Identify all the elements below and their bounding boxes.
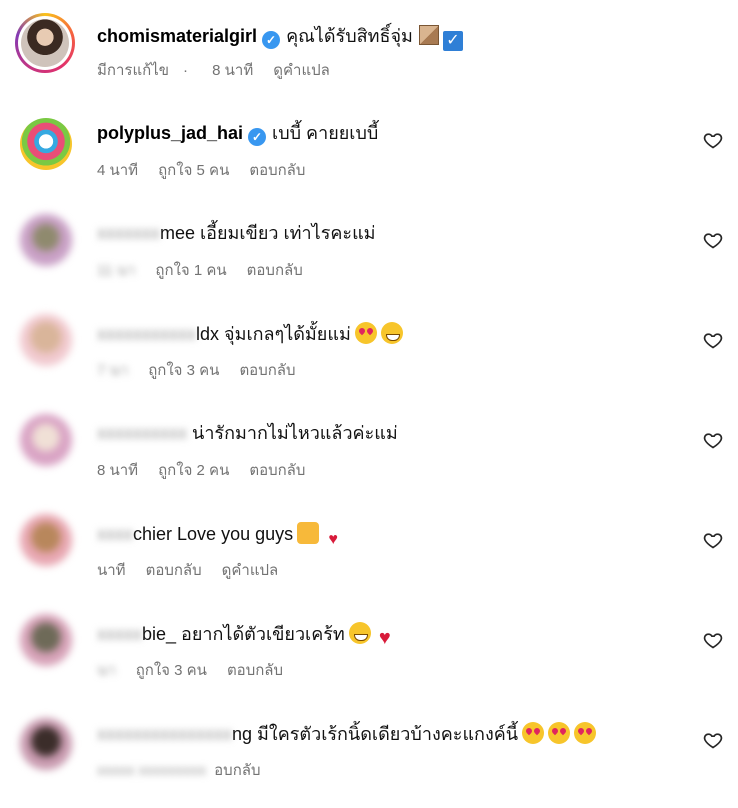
comment-username[interactable]: bie_ bbox=[142, 624, 176, 644]
blurred-username: xxxxxxxxxxx bbox=[97, 324, 196, 344]
comment-time: 4 นาที bbox=[97, 162, 139, 179]
avatar[interactable] bbox=[20, 214, 72, 266]
translate-link[interactable]: ดูคำแปล bbox=[222, 562, 279, 579]
heart-eyes-emoji-icon bbox=[354, 322, 377, 344]
blurred-username: xxxxx bbox=[97, 624, 142, 644]
heart-outline-icon[interactable] bbox=[703, 530, 723, 550]
blurred-username: xxxxxxx bbox=[97, 223, 160, 243]
comment-item: xxxxxxxxxxxxxxxng มีใครตัวเร้กนิ้ดเดียวบ… bbox=[0, 708, 738, 808]
broken-heart-emoji-icon: ♥ bbox=[378, 627, 391, 649]
like-count[interactable]: ถูกใจ 5 คน bbox=[158, 162, 229, 179]
comment-item: polyplus_jad_hai ✓ เบบี้ คายยเบบี้ 4 นาที ถ… bbox=[0, 108, 738, 208]
comment-time: นา bbox=[97, 662, 116, 679]
blurred-username: xxxxxxxxxx bbox=[97, 423, 187, 443]
caption-text: คุณได้รับสิทธิ์จุ่ม bbox=[286, 26, 413, 46]
heart-eyes-emoji-icon bbox=[548, 722, 571, 744]
like-count[interactable]: ถูกใจ 2 คน bbox=[158, 462, 229, 479]
comment-text: น่ารักมากไม่ไหวแล้วค่ะแม่ bbox=[192, 423, 398, 443]
grinning-sweat-emoji-icon bbox=[380, 322, 403, 344]
checkbox-emoji-icon: ✓ bbox=[442, 31, 463, 51]
heart-emoji-icon: ♥ bbox=[328, 531, 338, 548]
like-count[interactable]: ถูกใจ 1 คน bbox=[155, 262, 226, 279]
comment-text: มีใครตัวเร้กนิ้ดเดียวบ้างคะแกงค์นี้ bbox=[257, 724, 519, 744]
comment-text: เอี้ยมเขียว เท่าไรคะแม่ bbox=[200, 223, 376, 243]
reply-link[interactable]: ตอบกลับ bbox=[249, 162, 305, 179]
comment-item: xxxxxxxxxxxldx จุ่มเกลๆได้มั้ยแม่ 7 นา ถู… bbox=[0, 308, 738, 408]
heart-outline-icon[interactable] bbox=[703, 630, 723, 650]
comment-username[interactable]: mee bbox=[160, 223, 195, 243]
reply-link[interactable]: ตอบกลับ bbox=[146, 562, 202, 579]
avatar[interactable] bbox=[20, 118, 72, 170]
avatar[interactable] bbox=[20, 614, 72, 666]
heart-outline-icon[interactable] bbox=[703, 130, 723, 150]
comment-item: xxxxchier Love you guys ♥ นาที ตอบกลับ ดูคำ… bbox=[0, 508, 738, 608]
comment-item: xxxxxxxxxx น่ารักมากไม่ไหวแล้วค่ะแม่ 8 น… bbox=[0, 408, 738, 508]
package-emoji-icon bbox=[418, 25, 439, 45]
post-username[interactable]: chomismaterialgirl bbox=[97, 26, 257, 46]
verified-badge-icon: ✓ bbox=[248, 128, 267, 146]
comment-username[interactable]: chier bbox=[133, 524, 172, 544]
post-caption: chomismaterialgirl ✓ คุณได้รับสิทธิ์จุ่ม ✓ … bbox=[0, 0, 738, 100]
raising-hands-emoji-icon bbox=[297, 522, 320, 544]
heart-outline-icon[interactable] bbox=[703, 730, 723, 750]
comment-time: 11 นา bbox=[97, 262, 136, 279]
like-count[interactable]: ถูกใจ 3 คน bbox=[148, 362, 219, 379]
reply-link[interactable]: อบกลับ bbox=[214, 762, 260, 779]
edited-label: มีการแก้ไข bbox=[97, 62, 169, 79]
avatar[interactable] bbox=[20, 414, 72, 466]
post-time: 8 นาที bbox=[212, 62, 254, 79]
avatar[interactable] bbox=[20, 314, 72, 366]
heart-outline-icon[interactable] bbox=[703, 330, 723, 350]
avatar[interactable] bbox=[21, 19, 69, 67]
translate-link[interactable]: ดูคำแปล bbox=[273, 62, 330, 79]
comment-item: xxxxxbie_ อยากได้ตัวเขียวเคร้ท ♥ นา ถูกใจ … bbox=[0, 608, 738, 708]
reply-link[interactable]: ตอบกลับ bbox=[249, 462, 305, 479]
comment-text: Love you guys bbox=[177, 524, 294, 544]
comment-time: นาที bbox=[97, 562, 126, 579]
heart-eyes-emoji-icon bbox=[522, 722, 545, 744]
comment-username[interactable]: polyplus_jad_hai bbox=[97, 123, 243, 143]
blurred-username: xxxx bbox=[97, 524, 133, 544]
blurred-meta: xxxxx xxxxxxxxx bbox=[97, 762, 207, 779]
reply-link[interactable]: ตอบกลับ bbox=[227, 662, 283, 679]
comment-text: จุ่มเกลๆได้มั้ยแม่ bbox=[224, 324, 351, 344]
blurred-username: xxxxxxxxxxxxxxx bbox=[97, 724, 232, 744]
grinning-emoji-icon bbox=[348, 622, 371, 644]
comment-time: 8 นาที bbox=[97, 462, 139, 479]
comment-username[interactable]: ng bbox=[232, 724, 252, 744]
reply-link[interactable]: ตอบกลับ bbox=[247, 262, 303, 279]
heart-eyes-emoji-icon bbox=[574, 722, 597, 744]
comment-username[interactable]: ldx bbox=[196, 324, 219, 344]
heart-outline-icon[interactable] bbox=[703, 430, 723, 450]
heart-outline-icon[interactable] bbox=[703, 230, 723, 250]
avatar[interactable] bbox=[20, 514, 72, 566]
avatar[interactable] bbox=[20, 718, 72, 770]
verified-badge-icon: ✓ bbox=[262, 31, 281, 49]
comment-item: xxxxxxxmee เอี้ยมเขียว เท่าไรคะแม่ 11 นา… bbox=[0, 208, 738, 308]
reply-link[interactable]: ตอบกลับ bbox=[239, 362, 295, 379]
like-count[interactable]: ถูกใจ 3 คน bbox=[136, 662, 207, 679]
story-ring[interactable] bbox=[15, 13, 75, 73]
comment-time: 7 นา bbox=[97, 362, 129, 379]
comment-text: อยากได้ตัวเขียวเคร้ท bbox=[181, 624, 345, 644]
comment-text: เบบี้ คายยเบบี้ bbox=[272, 123, 379, 143]
